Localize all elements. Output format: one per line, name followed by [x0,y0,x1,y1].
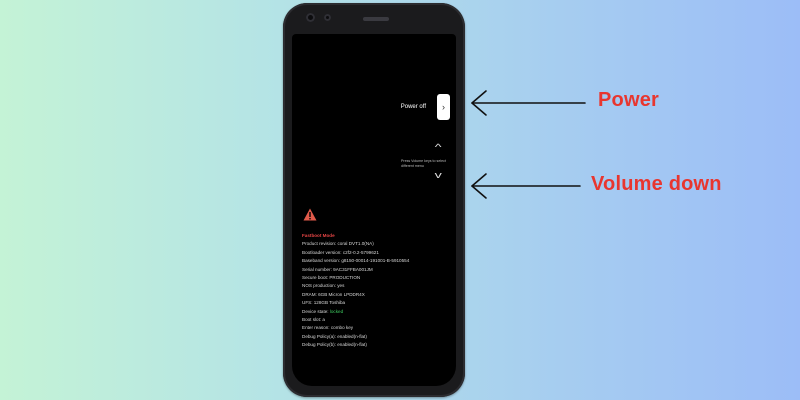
power-callout-label: Power [598,89,660,111]
callout-arrows [471,90,586,199]
volume-down-callout-label: Volume down [591,173,722,195]
